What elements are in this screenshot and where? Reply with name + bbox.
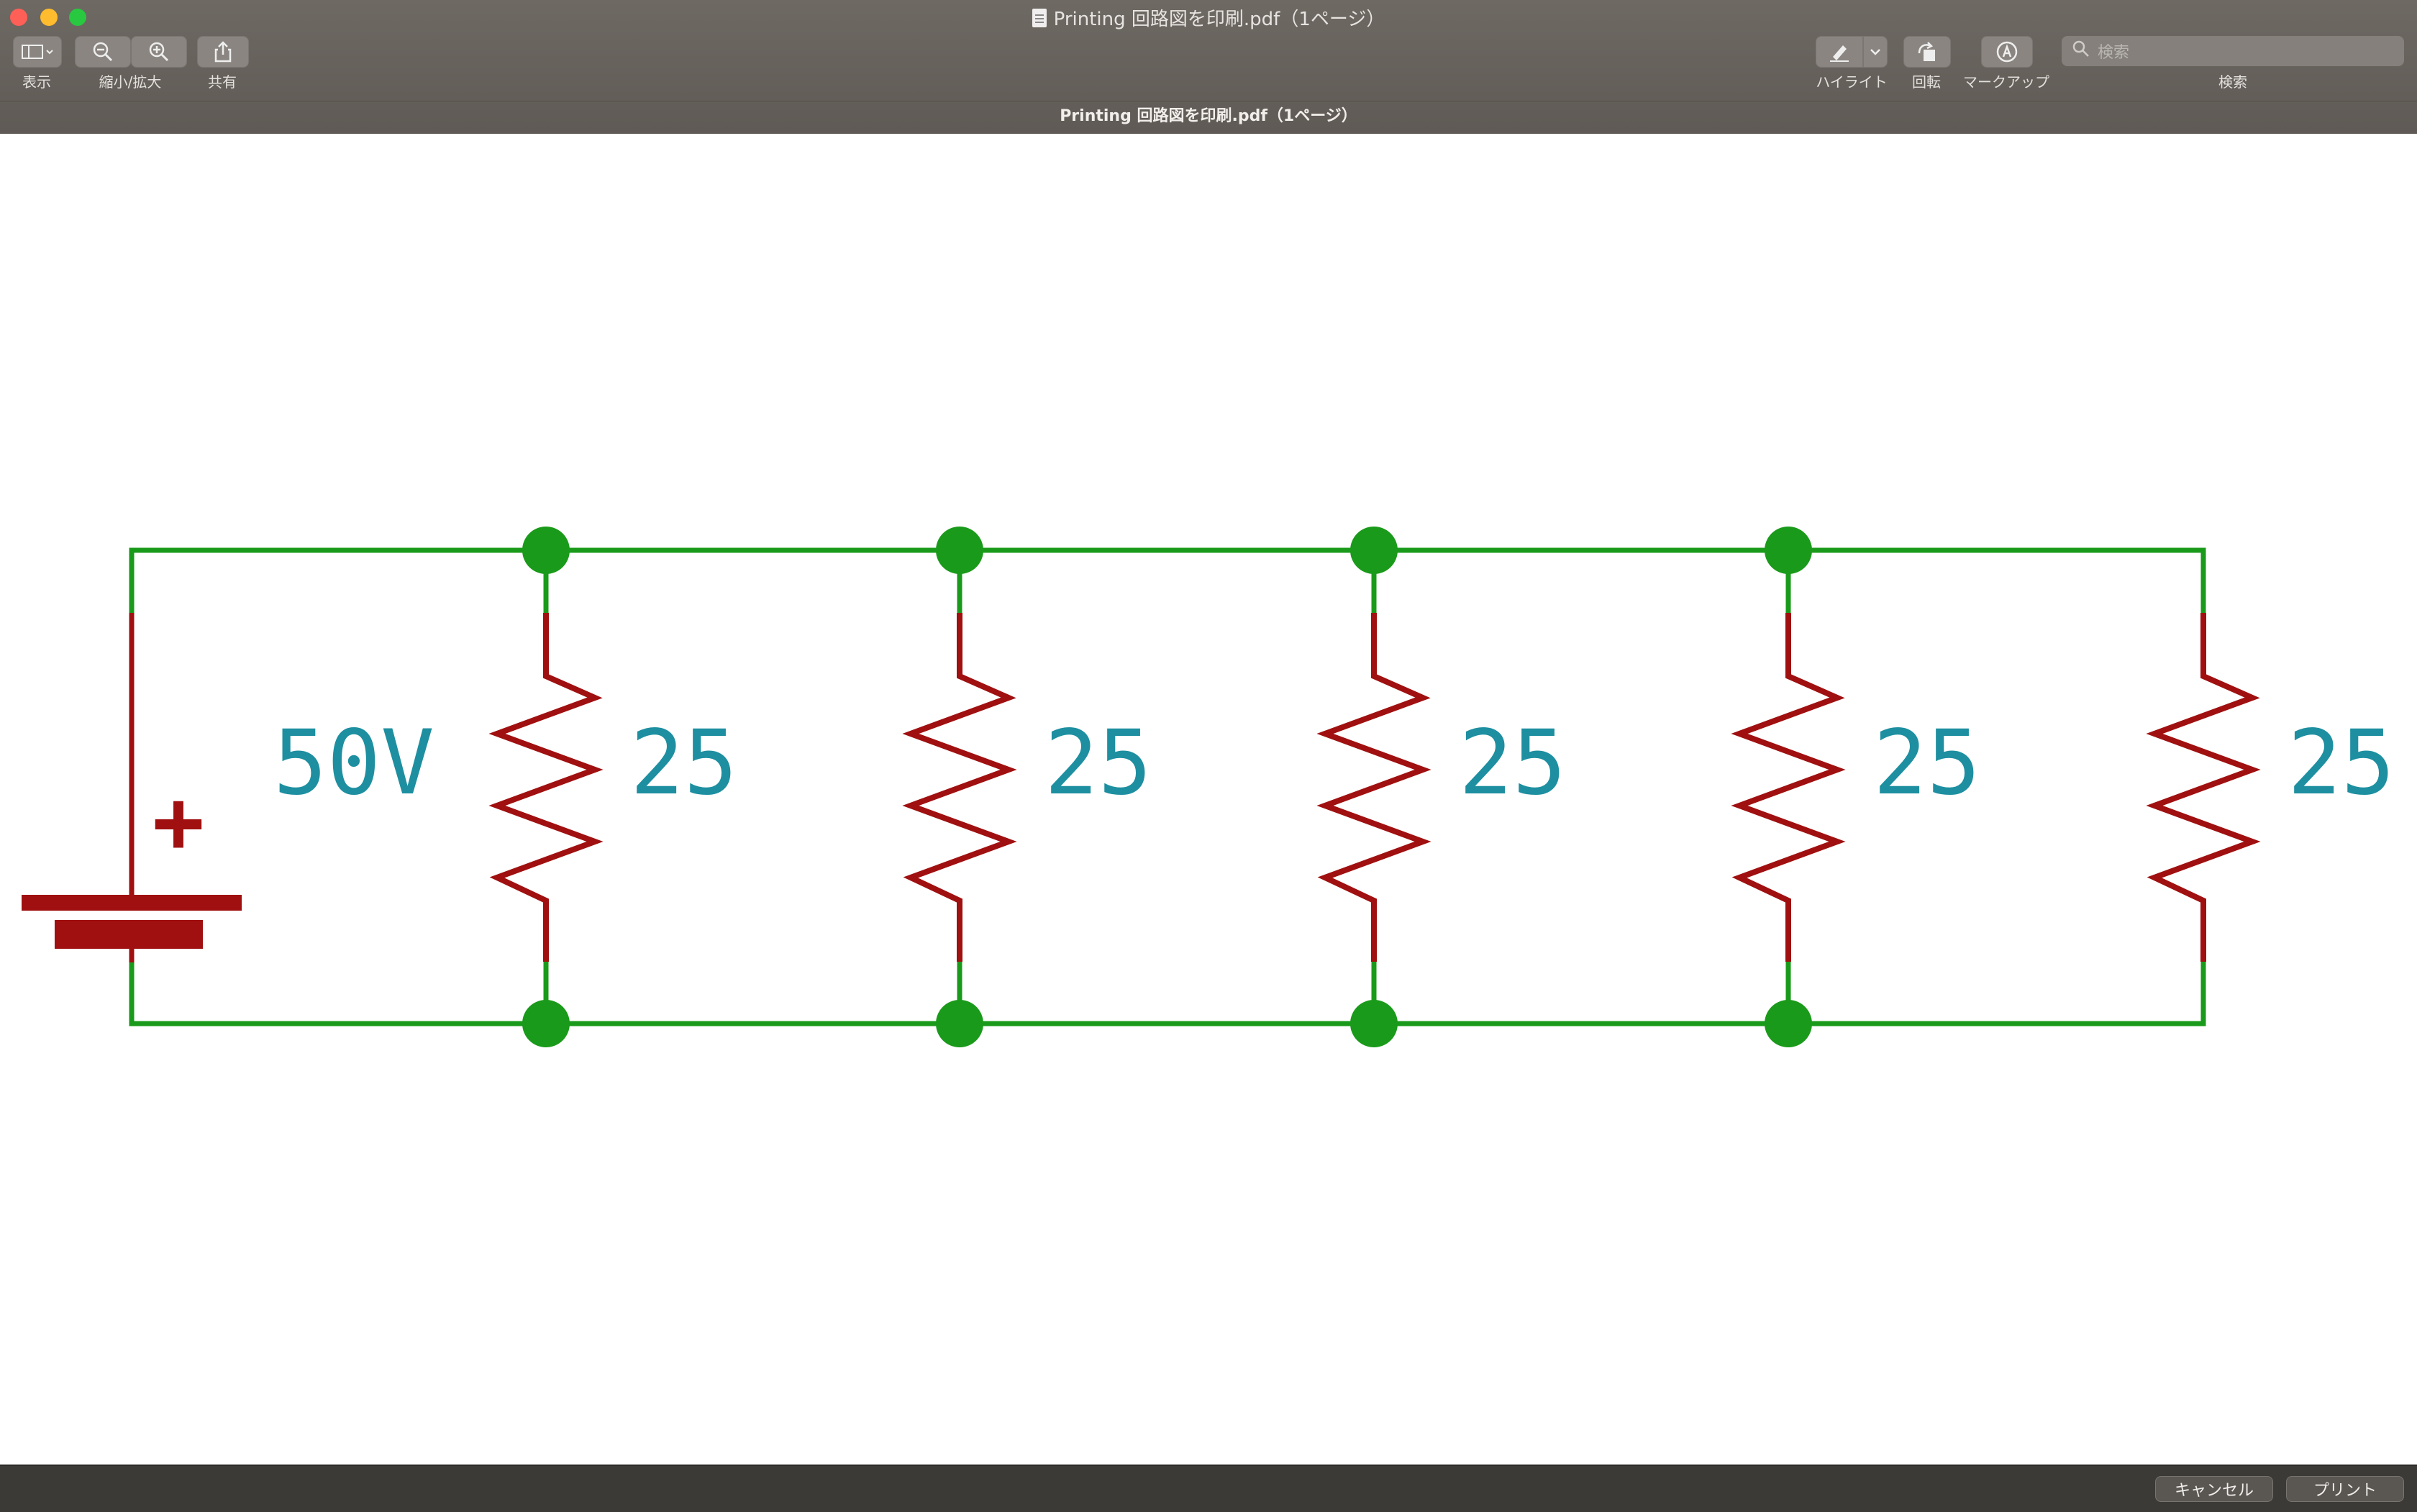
search-icon [2072, 40, 2090, 63]
window-title-text: Printing 回路図を印刷.pdf（1ページ） [1053, 9, 1385, 30]
battery-voltage-label: 50V [273, 711, 434, 815]
highlight-options-button[interactable] [1863, 36, 1888, 68]
pdf-document-icon [1032, 8, 1047, 27]
markup-label: マークアップ [1963, 73, 2049, 91]
sidebar-icon [22, 45, 53, 59]
share-icon [214, 41, 232, 63]
battery-symbol: + [22, 613, 242, 962]
rotate-icon [1918, 42, 1935, 61]
zoom-out-icon [93, 42, 113, 62]
junction-dot [522, 527, 570, 574]
junction-dot [1765, 1000, 1812, 1047]
rotate-button[interactable] [1903, 36, 1951, 68]
markup-button[interactable] [1981, 36, 2033, 68]
zoom-out-button[interactable] [75, 36, 131, 68]
junction-dot [522, 1000, 570, 1047]
search-label: 検索 [2218, 73, 2247, 91]
share-label: 共有 [208, 73, 237, 91]
rotate-label: 回転 [1912, 73, 1941, 91]
zoom-in-button[interactable] [131, 36, 187, 68]
share-button[interactable] [197, 36, 249, 68]
resistor-2-label: 25 [1044, 711, 1152, 815]
view-label: 表示 [22, 73, 51, 91]
resistor-5 [2146, 613, 2261, 962]
resistor-2 [902, 613, 1017, 962]
resistor-3-label: 25 [1459, 711, 1566, 815]
highlighter-icon [1830, 45, 1849, 62]
junction-dot [1765, 527, 1812, 574]
resistor-3 [1316, 613, 1431, 962]
search-placeholder: 検索 [2098, 44, 2130, 62]
window-title: Printing 回路図を印刷.pdf（1ページ） [0, 4, 2417, 31]
battery-plus-sign: + [153, 773, 204, 873]
resistor-5-label: 25 [2288, 711, 2395, 815]
resistor-4 [1731, 613, 1846, 962]
highlight-label: ハイライト [1816, 73, 1888, 91]
chevron-down-icon [1870, 49, 1880, 55]
top-rail-wire [129, 547, 2206, 716]
junction-dot [1350, 527, 1398, 574]
resistor-1 [488, 613, 604, 962]
resistor-1-label: 25 [630, 711, 737, 815]
bottom-rail-wire [129, 962, 2206, 1026]
junction-dot [936, 1000, 983, 1047]
print-button[interactable]: プリント [2286, 1476, 2404, 1502]
circuit-diagram: + 50V 25 25 25 25 25 [22, 527, 2395, 1047]
zoom-in-icon [149, 42, 169, 62]
view-menu-button[interactable] [13, 36, 62, 68]
document-title-bar: Printing 回路図を印刷.pdf（1ページ） [0, 101, 2417, 133]
junction-dot [1350, 1000, 1398, 1047]
search-input[interactable]: 検索 [2062, 36, 2404, 66]
resistor-4-label: 25 [1873, 711, 1980, 815]
markup-pen-icon [1996, 41, 2018, 63]
window-toolbar: Printing 回路図を印刷.pdf（1ページ） 表示 縮小/拡大 共有 ハイ… [0, 0, 2417, 135]
print-footer-bar: キャンセル プリント [0, 1465, 2417, 1512]
highlight-button[interactable] [1816, 36, 1863, 68]
zoom-label: 縮小/拡大 [99, 73, 162, 91]
junction-dot [936, 527, 983, 574]
document-page: + 50V 25 25 25 25 25 [0, 134, 2417, 1465]
cancel-button[interactable]: キャンセル [2155, 1476, 2273, 1502]
